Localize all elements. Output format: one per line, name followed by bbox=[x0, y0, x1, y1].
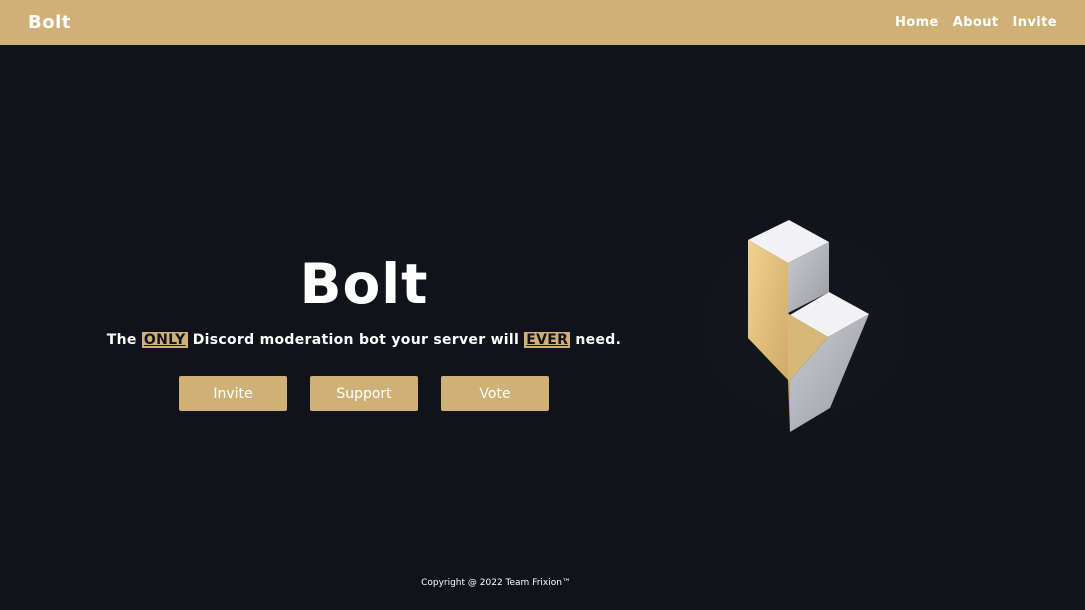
footer-copyright: Copyright @ 2022 Team Frixion™ bbox=[421, 578, 571, 588]
hero-buttons: Invite Support Vote bbox=[179, 376, 549, 411]
invite-button[interactable]: Invite bbox=[179, 376, 287, 411]
nav-links: Home About Invite bbox=[895, 15, 1057, 30]
navbar: Bolt Home About Invite bbox=[0, 0, 1085, 45]
tagline-highlight-only: ONLY bbox=[141, 332, 188, 348]
tagline-highlight-ever: EVER bbox=[524, 332, 571, 348]
vote-button[interactable]: Vote bbox=[441, 376, 549, 411]
bolt-logo-icon bbox=[700, 210, 900, 440]
tagline-text-2: Discord moderation bot your server will bbox=[187, 332, 525, 348]
hero-title: Bolt bbox=[299, 252, 429, 316]
nav-link-home[interactable]: Home bbox=[895, 15, 939, 30]
nav-link-about[interactable]: About bbox=[953, 15, 999, 30]
hero-tagline: The ONLY Discord moderation bot your ser… bbox=[0, 332, 728, 348]
nav-link-invite[interactable]: Invite bbox=[1013, 15, 1057, 30]
brand-logo-text[interactable]: Bolt bbox=[28, 12, 71, 33]
support-button[interactable]: Support bbox=[310, 376, 418, 411]
tagline-text-1: The bbox=[106, 332, 142, 348]
tagline-text-3: need. bbox=[570, 332, 622, 348]
